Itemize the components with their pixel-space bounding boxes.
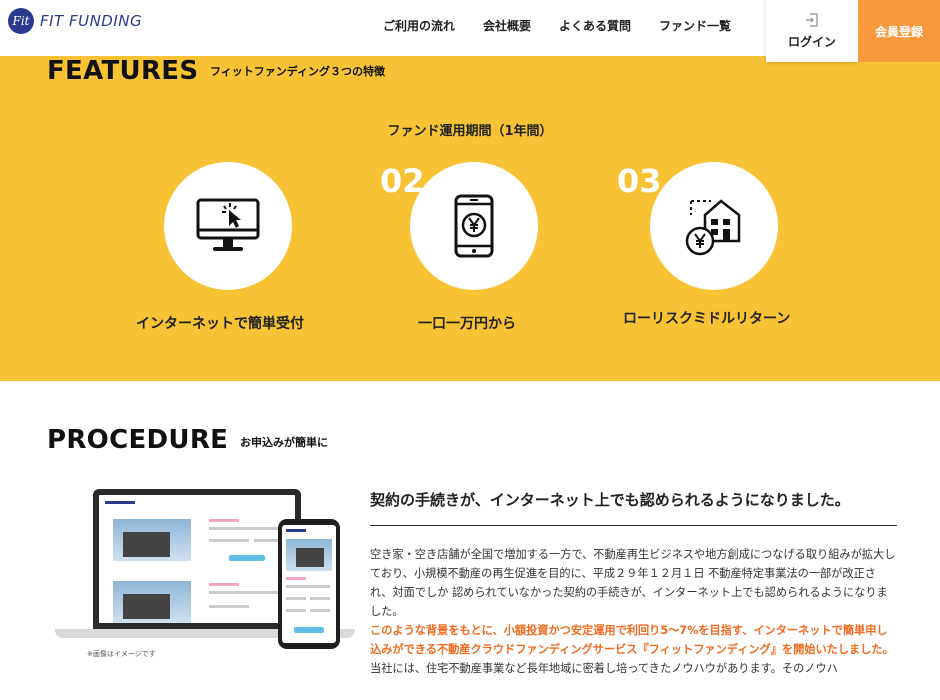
login-icon	[806, 12, 818, 27]
features-section: FEATURES フィットファンディング３つの特徴 ファンド運用期間（1年間） …	[0, 56, 940, 381]
procedure-highlight: このような背景をもとに、小額投資かつ安定運用で利回り5～7%を目指す、インターネ…	[370, 624, 894, 656]
feature-number: 03	[617, 162, 662, 200]
divider	[370, 525, 897, 526]
laptop-image	[93, 489, 301, 629]
feature-label: ローリスクミドルリターン	[623, 311, 791, 327]
feature-label: インターネットで簡単受付	[136, 316, 304, 332]
device-mockup-image	[55, 489, 355, 659]
login-button[interactable]: ログイン	[766, 0, 858, 62]
logo-text: FIT FUNDING	[40, 12, 143, 30]
logo-mark: Fit	[8, 8, 34, 34]
procedure-heading: 契約の手続きが、インターネット上でも認められるようになりました。	[370, 491, 850, 509]
smartphone-yen-icon	[454, 194, 494, 258]
feature-circle	[410, 162, 538, 290]
nav-link-company[interactable]: 会社概要	[483, 17, 531, 34]
procedure-title: PROCEDURE	[47, 425, 229, 455]
site-header: Fit FIT FUNDING ご利用の流れ 会社概要 よくある質問 ファンド一…	[0, 0, 940, 62]
login-label: ログイン	[787, 34, 836, 49]
image-caption: ※画像はイメージです	[87, 650, 156, 658]
features-title: FEATURES	[47, 56, 199, 86]
nav-link-flow[interactable]: ご利用の流れ	[383, 17, 455, 34]
procedure-section: PROCEDURE お申込みが簡単に ※画像はイメージです 契約の手続きが、イン…	[0, 381, 940, 700]
nav-link-funds[interactable]: ファンド一覧	[659, 17, 731, 34]
procedure-subtitle: お申込みが簡単に	[240, 436, 328, 449]
nav-link-faq[interactable]: よくある質問	[559, 17, 631, 34]
site-logo[interactable]: Fit FIT FUNDING	[8, 8, 142, 34]
feature-circle	[164, 162, 292, 290]
smartphone-image	[278, 519, 340, 649]
phone-screen	[282, 525, 336, 643]
procedure-paragraph-1: 空き家・空き店舗が全国で増加する一方で、不動産再生ビジネスや地方創成につなげる取…	[370, 548, 896, 618]
main-nav: ご利用の流れ 会社概要 よくある質問 ファンド一覧	[383, 17, 759, 34]
procedure-body: 空き家・空き店舗が全国で増加する一方で、不動産再生ビジネスや地方創成につなげる取…	[370, 545, 897, 678]
house-yen-icon	[685, 199, 741, 256]
laptop-screen	[99, 495, 295, 623]
page: Fit FIT FUNDING ご利用の流れ 会社概要 よくある質問 ファンド一…	[0, 0, 940, 700]
feature-circle	[650, 162, 778, 290]
computer-click-icon	[196, 198, 260, 251]
feature-label: 一口一万円から	[418, 316, 516, 332]
register-button[interactable]: 会員登録	[858, 0, 940, 62]
features-heading: ファンド運用期間（1年間）	[387, 124, 553, 139]
procedure-paragraph-2: 当社には、住宅不動産事業など長年地域に密着し培ってきたノウハウがあります。そのノ…	[370, 662, 838, 675]
features-subtitle: フィットファンディング３つの特徴	[210, 65, 386, 78]
